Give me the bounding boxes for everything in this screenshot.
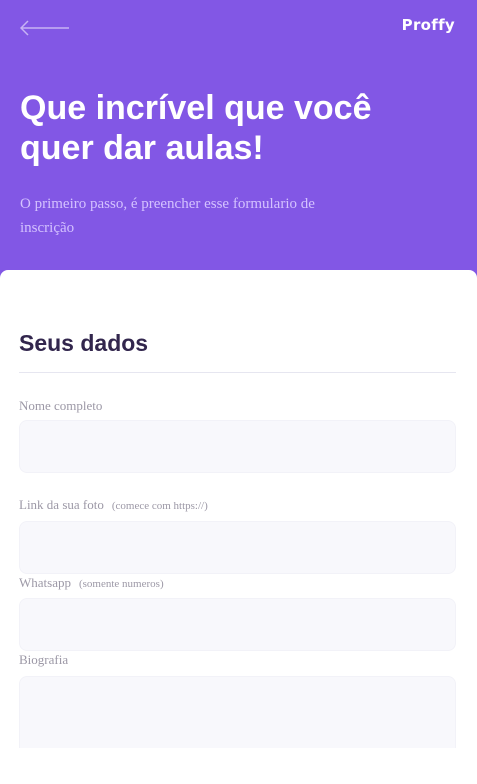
app-logo: Proffy — [401, 16, 455, 34]
whatsapp-field-label-text: Whatsapp — [19, 575, 71, 590]
whatsapp-field-hint: (somente numeros) — [78, 578, 164, 590]
registration-form: Seus dados Nome completo Link da sua fot… — [0, 270, 477, 748]
bottom-spacer — [0, 748, 477, 784]
section-divider — [19, 372, 456, 373]
photo-field-label-text: Link da sua foto — [19, 497, 104, 512]
photo-field-hint: (comece com https://) — [111, 500, 208, 512]
bio-field-label: Biografia — [19, 652, 68, 668]
arrow-left-icon — [19, 20, 69, 36]
bio-field-label-text: Biografia — [19, 652, 69, 667]
photo-field-label: Link da sua foto (comece com https://) — [19, 497, 208, 513]
page-title: Que incrível que você quer dar aulas! — [20, 89, 372, 167]
name-field-label: Nome completo — [19, 398, 102, 414]
back-button[interactable] — [19, 20, 70, 36]
whatsapp-input[interactable] — [19, 598, 456, 651]
section-title: Seus dados — [19, 330, 149, 356]
page-header: Proffy Que incrível que você quer dar au… — [0, 0, 477, 300]
photo-url-input[interactable] — [19, 521, 456, 574]
whatsapp-field-label: Whatsapp (somente numeros) — [19, 575, 164, 591]
name-input[interactable] — [19, 420, 456, 473]
page-subtitle: O primeiro passo, é preencher esse formu… — [20, 196, 315, 236]
name-field-label-text: Nome completo — [19, 398, 103, 413]
bio-textarea[interactable] — [19, 676, 456, 748]
